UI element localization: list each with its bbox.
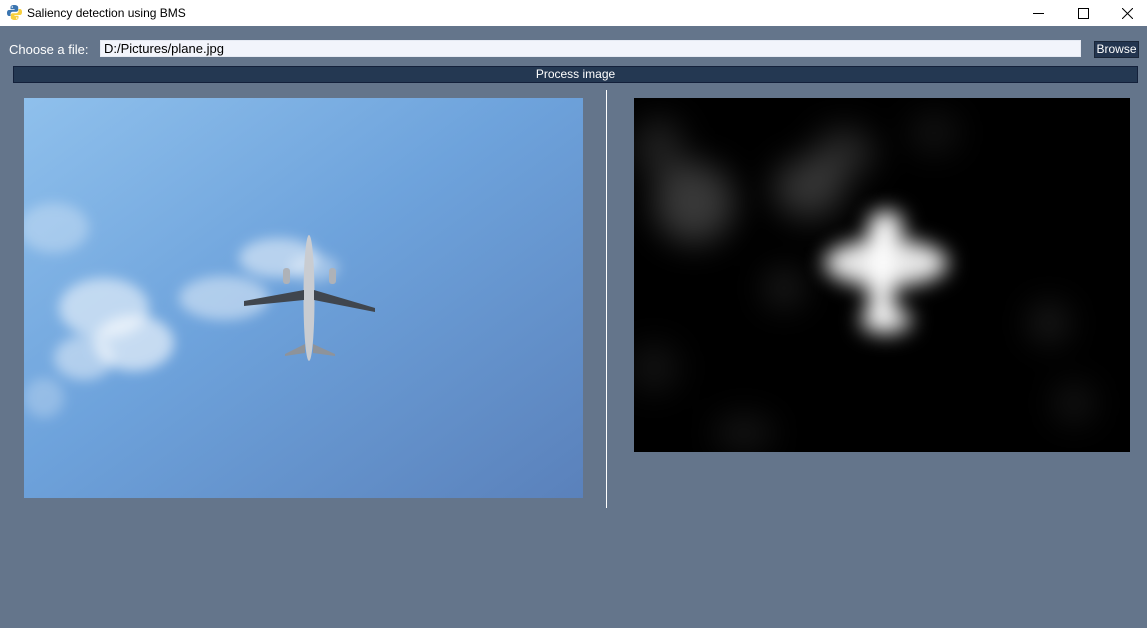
minimize-icon	[1032, 12, 1044, 14]
source-image	[24, 98, 583, 498]
title-bar: Saliency detection using BMS	[0, 0, 1147, 26]
window-title: Saliency detection using BMS	[27, 6, 186, 20]
file-path-input[interactable]	[100, 40, 1081, 57]
saliency-image	[634, 98, 1130, 452]
airplane-photo	[24, 98, 583, 498]
python-icon	[7, 5, 22, 20]
vertical-divider	[606, 90, 607, 508]
process-image-button[interactable]: Process image	[13, 66, 1138, 83]
close-icon	[1121, 7, 1133, 19]
file-label: Choose a file:	[9, 42, 89, 57]
minimize-button[interactable]	[1015, 0, 1061, 26]
maximize-button[interactable]	[1060, 0, 1106, 26]
browse-button[interactable]: Browse	[1094, 41, 1139, 58]
close-button[interactable]	[1104, 0, 1147, 26]
saliency-map	[634, 98, 1130, 452]
maximize-icon	[1077, 7, 1089, 19]
